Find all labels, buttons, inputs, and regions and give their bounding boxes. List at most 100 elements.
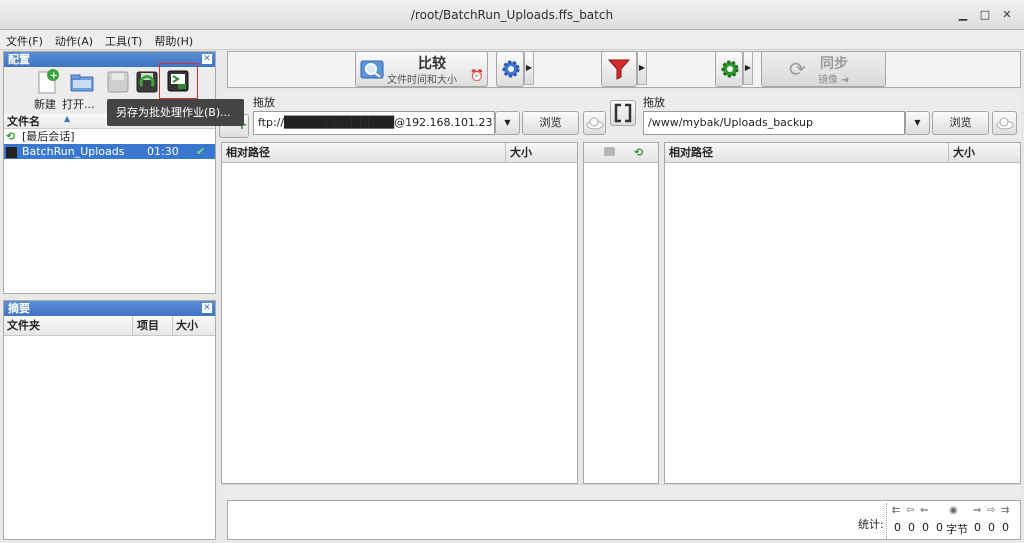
save-disk-icon: [107, 71, 129, 93]
summary-panel-title: 摘要: [4, 301, 215, 316]
save-as-batch-button[interactable]: [159, 63, 198, 99]
save-as-batch-tooltip: 另存为批处理作业(B)...: [107, 99, 244, 126]
filter-funnel-icon: [607, 59, 631, 80]
config-list-item-selected[interactable]: BatchRun_Uploads 01:30 ✔: [4, 144, 215, 159]
summary-header: 文件夹 项目 大小: [4, 316, 215, 336]
right-folder-input[interactable]: /www/mybak/Uploads_backup: [643, 111, 905, 135]
summary-panel-close-icon[interactable]: ✕: [202, 303, 212, 313]
middle-action-grid[interactable]: ⟲: [583, 142, 659, 484]
stat-count: 0: [908, 521, 915, 534]
menu-file[interactable]: 文件(F): [0, 30, 49, 49]
minimize-button[interactable]: ▁: [954, 7, 972, 23]
folder-column-header[interactable]: 文件夹: [7, 316, 40, 336]
sync-label: 同步: [820, 56, 848, 72]
menu-tools[interactable]: 工具(T): [99, 30, 148, 49]
filename-column-header: 文件名: [7, 115, 40, 128]
stat-count: 0: [936, 521, 943, 534]
left-history-dropdown[interactable]: ▼: [495, 111, 520, 135]
green-gear-icon: [721, 60, 739, 78]
right-size-header[interactable]: 大小: [953, 143, 975, 163]
stat-count: 0: [894, 521, 901, 534]
new-document-icon: +: [38, 69, 59, 94]
close-button[interactable]: ✕: [998, 7, 1016, 23]
open-folder-icon: [70, 74, 94, 92]
config-list: 文件名 ▲ ⟲ [最后会话] BatchRun_Uploads 01:30 ✔: [4, 114, 215, 293]
bytes-label: 字节: [946, 523, 968, 536]
summary-panel: 摘要 ✕ 文件夹 项目 大小: [3, 300, 216, 540]
cloud-icon: [996, 117, 1014, 130]
synchronize-button[interactable]: ⟳ 同步 镜像 ➜: [761, 51, 886, 87]
filter-dropdown-arrow[interactable]: ▶: [637, 51, 647, 85]
main-toolbar: 比较 文件时间和大小 ⏰ ▶ ▶ ▶ ⟳ 同步 镜像 ➜: [227, 51, 1021, 88]
stat-count: 0: [922, 521, 929, 534]
compare-label: 比较: [418, 56, 446, 72]
grid-status-strip: [221, 484, 1021, 498]
right-history-dropdown[interactable]: ▼: [905, 111, 930, 135]
folder-pair-bar: 拖放 + ftp://█████████████@192.168.101.237…: [219, 90, 1021, 138]
left-grid-header: 相对路径 大小: [222, 143, 577, 163]
save-config-button[interactable]: [104, 68, 132, 96]
config-list-item[interactable]: ⟲ [最后会话]: [4, 129, 215, 144]
filter-button[interactable]: [601, 51, 637, 87]
left-relative-path-header[interactable]: 相对路径: [226, 143, 270, 163]
compare-button[interactable]: 比较 文件时间和大小 ⏰: [355, 51, 488, 87]
sync-sub-label: 镜像 ➜: [818, 75, 850, 86]
bytes-icon: ◉: [949, 505, 958, 516]
compare-dropdown-arrow[interactable]: ▶: [524, 51, 534, 85]
config-panel-close-icon[interactable]: ✕: [202, 54, 212, 64]
compare-sub-label: 文件时间和大小: [387, 75, 457, 86]
sync-action-icon[interactable]: ⟲: [634, 143, 643, 163]
sync-icon: ⟲: [6, 130, 16, 143]
stat-count: 0: [1002, 521, 1009, 534]
compare-settings-button[interactable]: [496, 51, 524, 87]
svg-text:+: +: [50, 71, 58, 82]
menu-help[interactable]: 帮助(H): [148, 30, 199, 49]
config-panel: 配置 ✕ + 新建 打开... 另存为批处理作业(B)... 文件名 ▲ ⟲ […: [3, 51, 244, 294]
left-file-grid[interactable]: 相对路径 大小: [221, 142, 578, 484]
sort-up-icon: ▲: [64, 114, 71, 123]
clock-icon: ⏰: [470, 69, 484, 82]
window-title: /root/BatchRun_Uploads.ffs_batch: [410, 8, 614, 22]
right-relative-path-header[interactable]: 相对路径: [669, 143, 713, 163]
right-browse-button[interactable]: 浏览: [932, 111, 989, 135]
delete-left-icon: ⇐: [920, 505, 929, 516]
menu-bar: 文件(F) 动作(A) 工具(T) 帮助(H): [0, 30, 1024, 50]
left-browse-button[interactable]: 浏览: [522, 111, 579, 135]
size-column-header[interactable]: 大小: [176, 316, 198, 336]
compare-magnifier-icon: [360, 60, 384, 79]
save-as-icon: [136, 71, 158, 93]
right-grid-header: 相对路径 大小: [665, 143, 1020, 163]
log-stats-panel: 统计: ⇇ ⇦ ⇐ ◉ ⇒ ⇨ ⇉ 0 0 0 0 字节 0 0 0: [227, 500, 1021, 540]
statistics-label: 统计:: [858, 518, 884, 531]
right-cloud-button[interactable]: [992, 111, 1017, 135]
create-left-icon: ⇇: [892, 505, 901, 516]
right-file-grid[interactable]: 相对路径 大小: [664, 142, 1021, 484]
open-config-button[interactable]: [68, 68, 96, 96]
sync-dropdown-arrow[interactable]: ▶: [743, 51, 753, 85]
config-item-time: 01:30: [147, 145, 179, 158]
middle-grid-header: ⟲: [584, 143, 658, 163]
left-size-header[interactable]: 大小: [510, 143, 532, 163]
maximize-button[interactable]: □: [976, 7, 994, 23]
swap-arrows-icon: [614, 103, 632, 123]
sync-settings-button[interactable]: [715, 51, 743, 87]
config-item-name: BatchRun_Uploads: [22, 145, 125, 158]
items-column-header[interactable]: 项目: [137, 316, 159, 336]
checkmark-icon: ✔: [196, 145, 206, 158]
left-folder-input[interactable]: ftp://█████████████@192.168.101.237/Uplo…: [253, 111, 495, 135]
save-as-config-button[interactable]: [133, 68, 161, 96]
left-drag-label: 拖放: [253, 96, 275, 109]
left-cloud-button[interactable]: [583, 111, 606, 135]
blue-gear-icon: [502, 60, 520, 78]
open-label: 打开...: [62, 98, 95, 111]
new-config-button[interactable]: +: [34, 68, 62, 96]
delete-right-icon: ⇒: [973, 505, 982, 516]
menu-action[interactable]: 动作(A): [49, 30, 99, 49]
swap-sides-button[interactable]: [610, 100, 636, 126]
update-left-icon: ⇦: [906, 505, 915, 516]
create-right-icon: ⇉: [1001, 505, 1010, 516]
category-icon[interactable]: [604, 147, 615, 156]
update-right-icon: ⇨: [987, 505, 996, 516]
title-bar: /root/BatchRun_Uploads.ffs_batch ▁ □ ✕: [0, 0, 1024, 30]
new-label: 新建: [34, 98, 56, 111]
